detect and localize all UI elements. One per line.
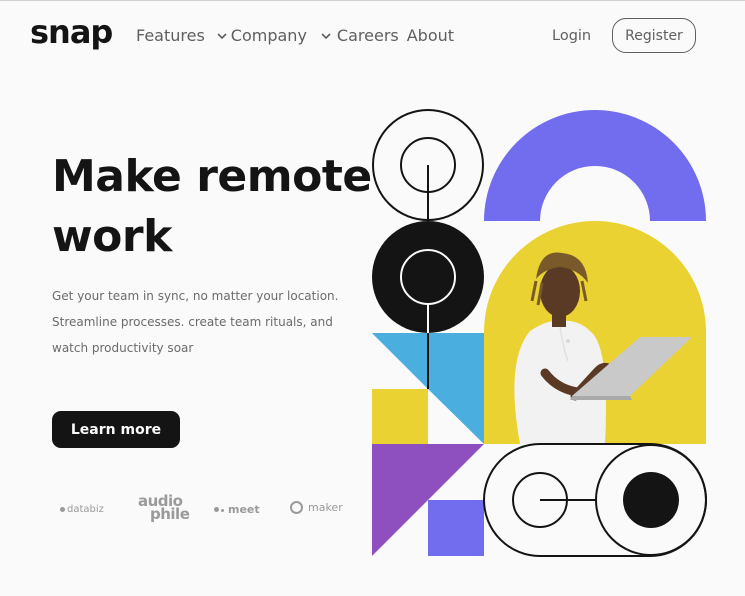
meet-logo: meet xyxy=(214,503,260,516)
meet-dots-icon xyxy=(214,507,224,512)
logo[interactable]: snap xyxy=(30,13,113,51)
chevron-down-icon xyxy=(217,32,227,39)
nav-features[interactable]: Features xyxy=(136,26,229,45)
nav-careers[interactable]: Careers xyxy=(337,26,399,45)
databiz-dot-icon xyxy=(60,507,65,512)
purple-square xyxy=(428,500,484,556)
databiz-label: databiz xyxy=(67,504,104,515)
hero-description: Get your team in sync, no matter your lo… xyxy=(52,289,339,355)
purple-arch xyxy=(484,110,706,221)
outline-circle-top xyxy=(372,109,484,221)
pill-shape xyxy=(483,443,707,557)
audiophile-label-bottom: phile xyxy=(150,505,190,523)
databiz-logo: databiz xyxy=(60,504,104,515)
login-link[interactable]: Login xyxy=(552,28,591,44)
nav-about-label: About xyxy=(406,26,455,45)
hero-illustration xyxy=(372,109,707,557)
nav-about[interactable]: About xyxy=(407,26,454,45)
maker-icon xyxy=(290,501,303,514)
learn-more-button[interactable]: Learn more xyxy=(52,411,180,448)
hero-title: Make remote work xyxy=(52,151,372,262)
nav-features-label: Features xyxy=(136,26,205,45)
black-circle xyxy=(372,221,484,333)
chevron-down-icon xyxy=(321,32,331,39)
blue-square-left xyxy=(372,333,428,389)
nav-careers-label: Careers xyxy=(336,26,399,45)
nav-company[interactable]: Company xyxy=(229,26,333,45)
nav-company-label: Company xyxy=(230,26,307,45)
maker-logo: maker xyxy=(290,501,343,514)
audiophile-logo: audio phile xyxy=(138,494,190,523)
maker-label: maker xyxy=(308,501,343,514)
meet-label: meet xyxy=(228,503,260,516)
register-button[interactable]: Register xyxy=(612,18,696,53)
yellow-square xyxy=(372,389,428,445)
main-nav: Features Company Careers About xyxy=(136,26,454,45)
